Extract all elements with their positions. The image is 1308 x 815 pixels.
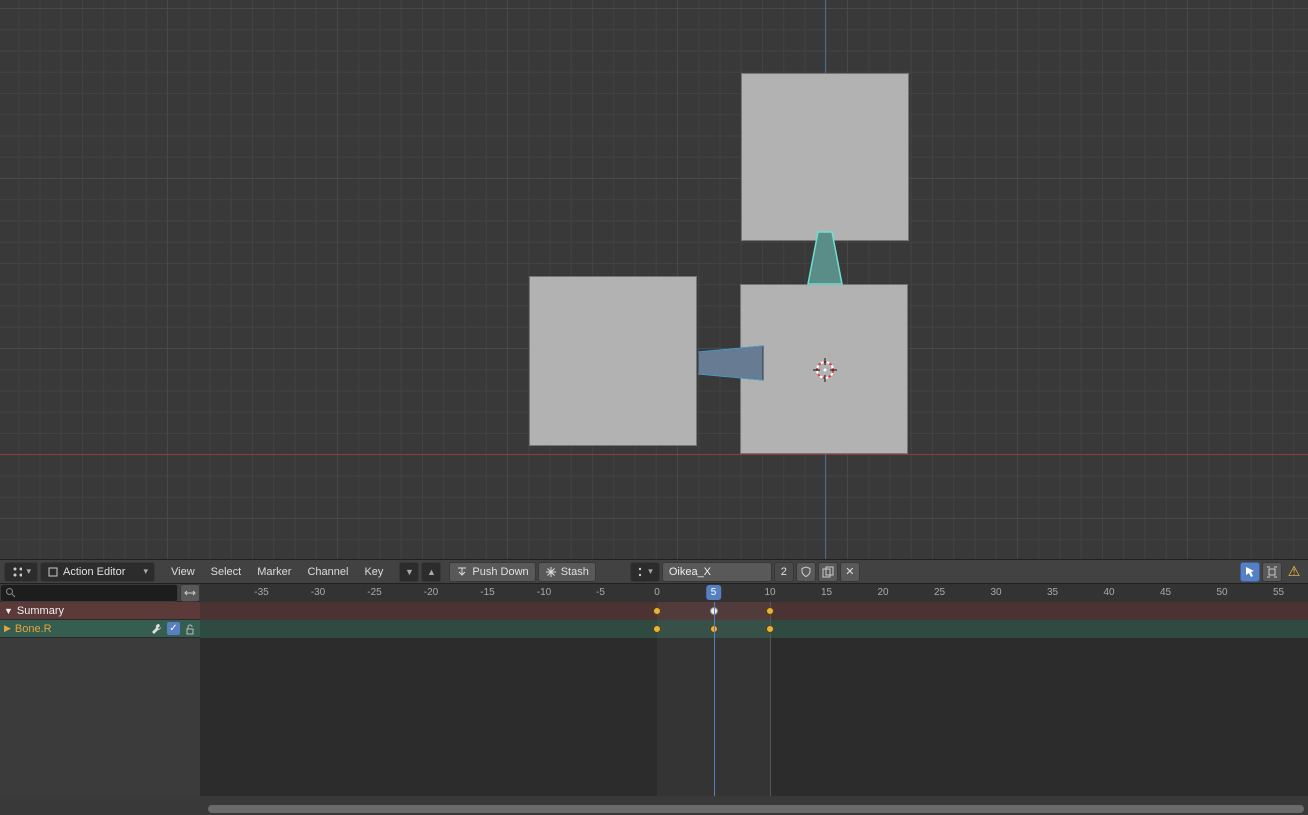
cursor-icon [1244, 566, 1256, 578]
selection-tool-button[interactable] [1240, 562, 1260, 582]
tick-label: 10 [764, 587, 775, 598]
channel-region: ▼ Summary ▶ Bone.R ✓ [0, 602, 1308, 796]
triangle-down-icon: ▼ [405, 567, 414, 577]
menu-marker[interactable]: Marker [249, 566, 299, 578]
summary-channel[interactable]: ▼ Summary [0, 602, 200, 620]
menu-view[interactable]: View [163, 566, 203, 578]
tick-label: -15 [480, 587, 494, 598]
tick-label: 15 [821, 587, 832, 598]
chevron-down-icon: ▾ [143, 566, 148, 577]
editor-type-selector[interactable]: ▾ [4, 562, 38, 582]
tick-label: 45 [1160, 587, 1171, 598]
tick-label: 35 [1047, 587, 1058, 598]
bone-label: Bone.R [15, 623, 52, 635]
stash-button[interactable]: Stash [538, 562, 596, 582]
stash-label: Stash [561, 566, 589, 578]
channel-search-input[interactable] [0, 584, 178, 602]
tick-label: -35 [254, 587, 268, 598]
bone-top[interactable] [802, 229, 848, 289]
shield-icon [800, 566, 812, 578]
tick-label: -10 [537, 587, 551, 598]
bone-left[interactable] [695, 340, 767, 386]
unlink-action-button[interactable]: ✕ [840, 562, 860, 582]
tick-label: 0 [654, 587, 660, 598]
channel-search-row: -35 -30 -25 -20 -15 -10 -5 0 5 10 15 20 25 30 35 40 45 50… [0, 584, 1308, 602]
wrench-icon [151, 623, 163, 635]
mesh-cube-top [741, 73, 909, 241]
close-icon: ✕ [845, 565, 854, 578]
dopesheet-icon [11, 565, 22, 579]
action-editor-area: ▾ Action Editor ▾ ViewSelectMarkerChanne… [0, 559, 1308, 815]
keyframe[interactable] [653, 625, 661, 633]
track-area[interactable] [200, 602, 1308, 796]
x-axis-line [0, 454, 1308, 455]
channel-list: ▼ Summary ▶ Bone.R ✓ [0, 602, 200, 796]
warning-indicator[interactable]: ⚠ [1284, 562, 1304, 582]
filter-dropdown-button[interactable]: ▼ [399, 562, 419, 582]
push-down-icon [456, 566, 468, 578]
tick-label: 55 [1273, 587, 1284, 598]
filter-up-button[interactable]: ▲ [421, 562, 441, 582]
tick-label: -25 [367, 587, 381, 598]
tick-label: 30 [990, 587, 1001, 598]
fake-user-button[interactable] [796, 562, 816, 582]
bone-channel[interactable]: ▶ Bone.R ✓ [0, 620, 200, 638]
triangle-right-icon: ▶ [4, 623, 11, 634]
tick-label: 50 [1216, 587, 1227, 598]
new-action-button[interactable] [818, 562, 838, 582]
action-name-text: Oikea_X [669, 566, 711, 578]
menu-select[interactable]: Select [203, 566, 250, 578]
filter-invert-button[interactable] [180, 584, 200, 602]
scrollbar-thumb[interactable] [208, 805, 1304, 813]
horizontal-scrollbar[interactable] [208, 805, 1304, 813]
tick-label: -30 [311, 587, 325, 598]
triangle-down-icon: ▼ [4, 606, 13, 616]
push-down-button[interactable]: Push Down [449, 562, 535, 582]
push-down-label: Push Down [472, 566, 528, 578]
playhead[interactable] [714, 602, 715, 796]
triangle-up-icon: ▲ [427, 567, 436, 577]
action-browse-button[interactable]: ▾ [630, 562, 660, 582]
users-count: 2 [781, 566, 787, 578]
keyframe[interactable] [653, 607, 661, 615]
dopesheet-small-icon [637, 566, 644, 578]
menu-key[interactable]: Key [356, 566, 391, 578]
menu-channel[interactable]: Channel [299, 566, 356, 578]
tick-label: -20 [424, 587, 438, 598]
mode-selector[interactable]: Action Editor ▾ [40, 562, 155, 582]
horizontal-arrows-icon [184, 587, 196, 599]
mesh-cube-left [529, 276, 697, 446]
timeline-ruler[interactable]: -35 -30 -25 -20 -15 -10 -5 0 5 10 15 20 25 30 35 40 45 50… [200, 584, 1308, 602]
chevron-down-icon: ▾ [648, 566, 653, 577]
tick-label: 40 [1103, 587, 1114, 598]
action-users-button[interactable]: 2 [774, 562, 794, 582]
keyframe[interactable] [766, 607, 774, 615]
chevron-down-icon: ▾ [26, 566, 31, 577]
snap-button[interactable] [1262, 562, 1282, 582]
action-editor-header: ▾ Action Editor ▾ ViewSelectMarkerChanne… [0, 559, 1308, 584]
tick-label: 25 [934, 587, 945, 598]
current-frame-marker[interactable]: 5 [706, 585, 722, 600]
keyframe[interactable] [766, 625, 774, 633]
mute-checkbox[interactable]: ✓ [167, 622, 180, 635]
mode-label: Action Editor [63, 566, 125, 578]
summary-label: Summary [17, 605, 64, 617]
action-name-field[interactable]: Oikea_X [662, 562, 772, 582]
lock-icon [184, 623, 196, 635]
tick-label: 20 [877, 587, 888, 598]
cursor-3d-icon [811, 356, 839, 384]
viewport-3d[interactable] [0, 0, 1308, 559]
snap-icon [1266, 566, 1278, 578]
action-icon [47, 566, 59, 578]
warning-icon: ⚠ [1288, 563, 1301, 580]
search-icon [5, 587, 16, 598]
duplicate-icon [822, 566, 834, 578]
tick-label: -5 [596, 587, 605, 598]
snowflake-icon [545, 566, 557, 578]
